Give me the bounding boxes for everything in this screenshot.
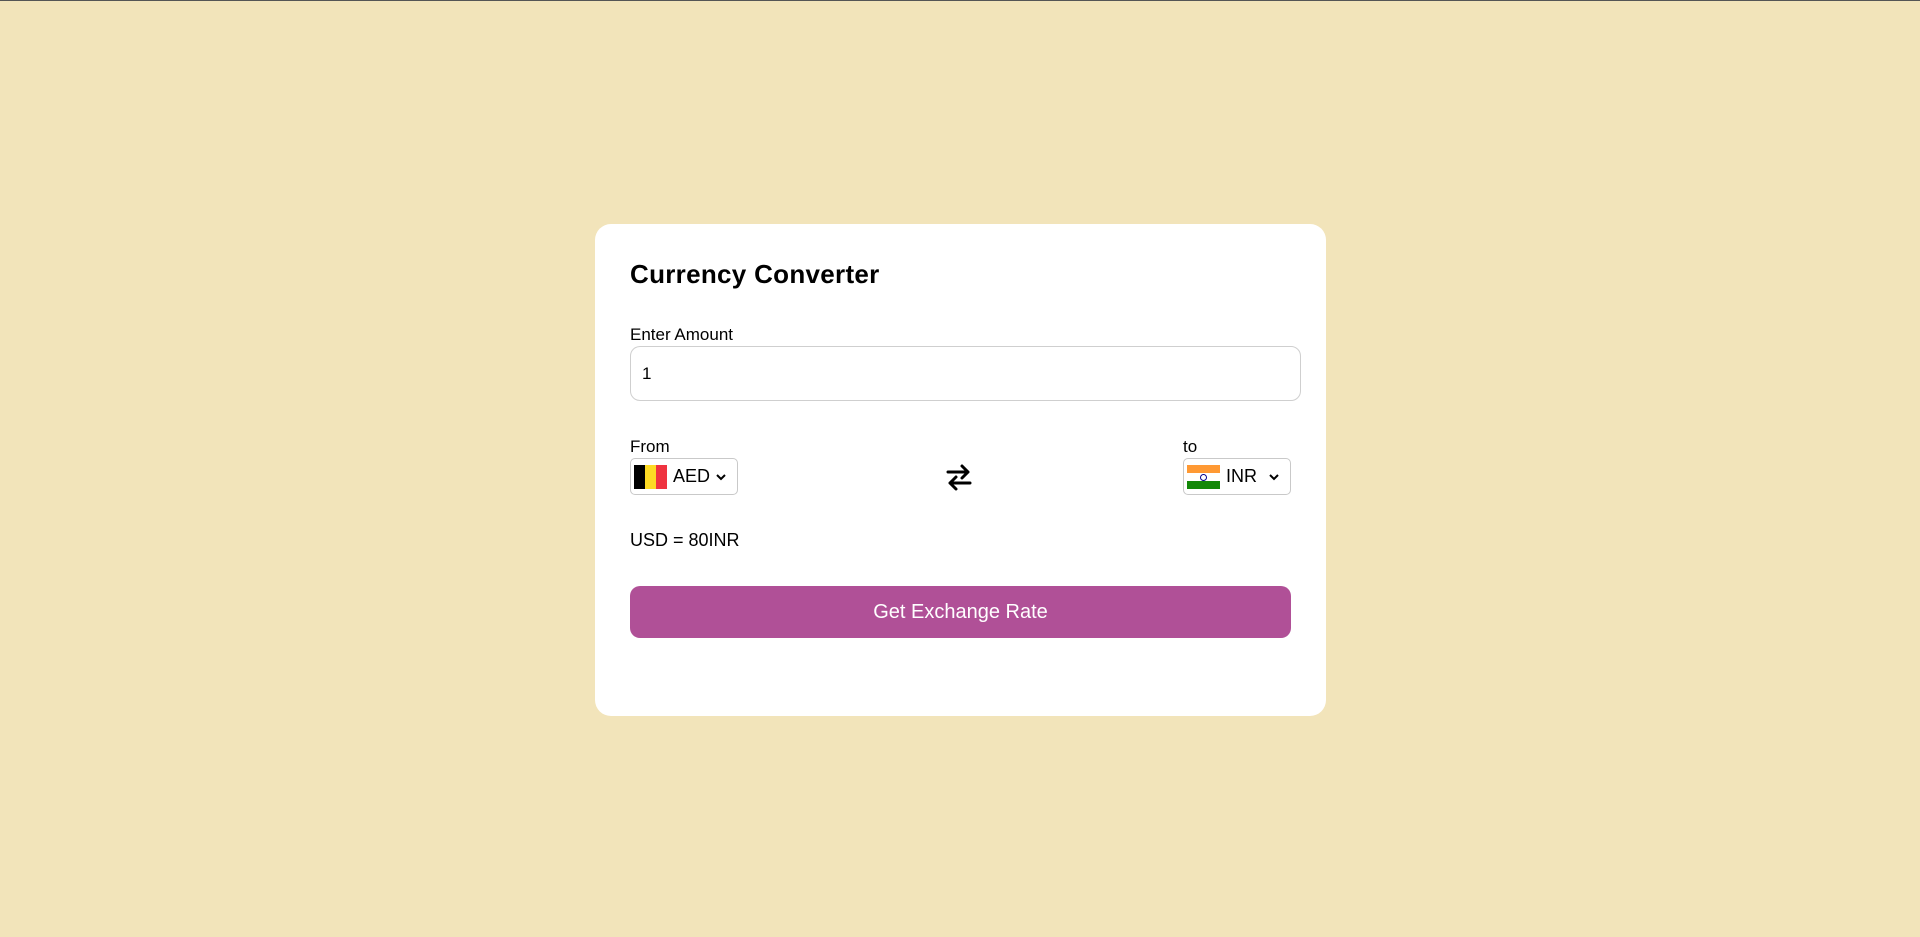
india-flag-icon bbox=[1187, 464, 1220, 489]
get-exchange-rate-button[interactable]: Get Exchange Rate bbox=[630, 586, 1291, 638]
swap-icon[interactable] bbox=[944, 461, 974, 493]
from-currency-select[interactable]: AED bbox=[630, 458, 738, 495]
chevron-down-icon bbox=[716, 473, 726, 480]
to-label: to bbox=[1183, 437, 1198, 456]
to-currency-code: INR bbox=[1226, 466, 1257, 486]
converter-card: Currency Converter Enter Amount From AED… bbox=[595, 224, 1326, 716]
amount-label: Enter Amount bbox=[630, 325, 734, 344]
amount-input[interactable] bbox=[630, 346, 1301, 401]
to-currency-select[interactable]: INR bbox=[1183, 458, 1291, 495]
from-currency-code: AED bbox=[673, 466, 711, 486]
belgium-flag-icon bbox=[634, 464, 667, 489]
page-title: Currency Converter bbox=[630, 259, 880, 289]
exchange-rate-result: USD = 80INR bbox=[630, 530, 740, 550]
from-label: From bbox=[630, 437, 670, 456]
chevron-down-icon bbox=[1269, 473, 1279, 480]
